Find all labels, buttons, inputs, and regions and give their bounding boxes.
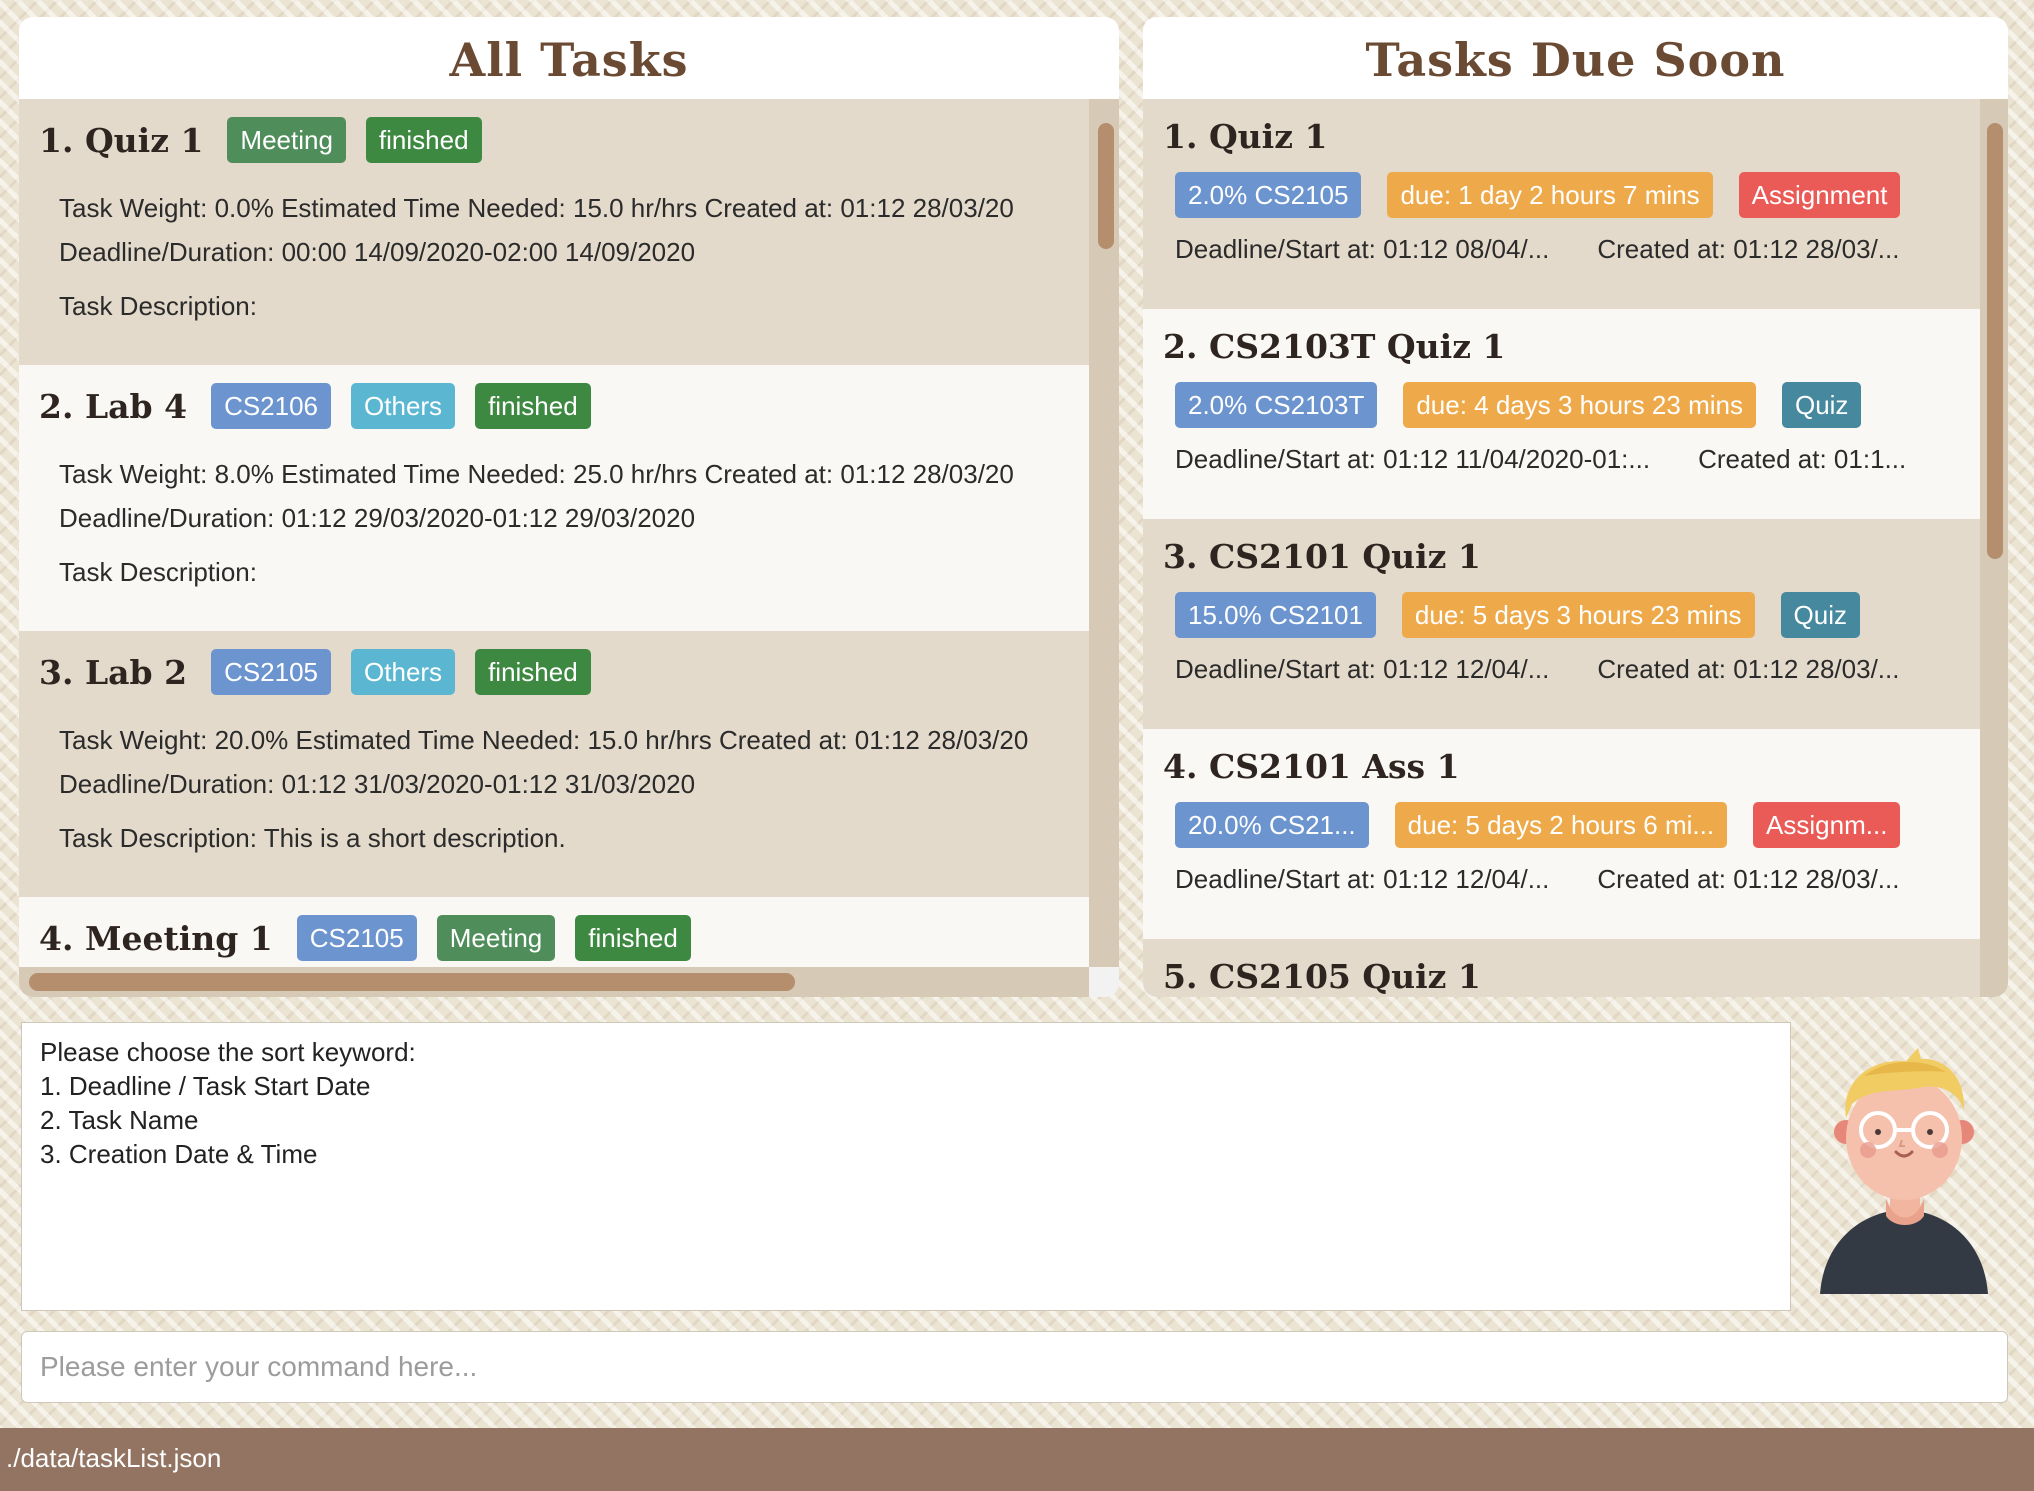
task-type-tag: Quiz — [1780, 592, 1861, 638]
status-tag: finished — [475, 649, 591, 695]
task-deadline-line: Deadline/Duration: 01:12 29/03/2020-01:1… — [59, 503, 696, 533]
result-display[interactable]: Please choose the sort keyword: 1. Deadl… — [21, 1022, 1791, 1311]
avatar — [1820, 1048, 1988, 1294]
task-card[interactable]: 2. Lab 4 CS2106 Others finished Task Wei… — [19, 365, 1089, 631]
due-countdown-tag: due: 1 day 2 hours 7 mins — [1387, 172, 1713, 218]
created-text: Created at: 01:12 28/03/... — [1597, 234, 1900, 264]
result-line: 3. Creation Date & Time — [40, 1139, 318, 1169]
task-name: 1. Quiz 1 — [39, 120, 204, 160]
task-description-line: Task Description: — [59, 557, 257, 587]
status-bar: ./data/taskList.json — [0, 1428, 2034, 1491]
due-task-card[interactable]: 2. CS2103T Quiz 1 2.0% CS2103T due: 4 da… — [1143, 309, 1980, 519]
task-name: 4. CS2101 Ass 1 — [1163, 747, 1460, 786]
result-line: Please choose the sort keyword: — [40, 1037, 416, 1067]
weight-module-tag: 2.0% CS2103T — [1175, 382, 1378, 428]
result-line: 2. Task Name — [40, 1105, 199, 1135]
weight-module-tag: 2.0% CS2105 — [1175, 172, 1362, 218]
all-tasks-panel: All Tasks 1. Quiz 1 Meeting finished Tas… — [19, 17, 1119, 997]
task-weight-line: Task Weight: 20.0% Estimated Time Needed… — [59, 725, 1029, 755]
due-soon-title: Tasks Due Soon — [1143, 17, 2008, 99]
weight-module-tag: 15.0% CS2101 — [1175, 592, 1376, 638]
due-soon-list[interactable]: 1. Quiz 1 2.0% CS2105 due: 1 day 2 hours… — [1143, 99, 1980, 997]
due-countdown-tag: due: 5 days 2 hours 6 mi... — [1394, 802, 1728, 848]
weight-module-tag: 20.0% CS21... — [1175, 802, 1369, 848]
task-tag: Meeting — [436, 915, 556, 961]
created-text: Created at: 01:12 28/03/... — [1597, 654, 1900, 684]
due-task-card[interactable]: 1. Quiz 1 2.0% CS2105 due: 1 day 2 hours… — [1143, 99, 1980, 309]
deadline-text: Deadline/Start at: 01:12 12/04/... — [1175, 864, 1550, 894]
task-name: 4. Meeting 1 — [39, 918, 273, 958]
data-file-path: ./data/taskList.json — [6, 1443, 222, 1473]
deadline-text: Deadline/Start at: 01:12 12/04/... — [1175, 654, 1550, 684]
task-name: 3. CS2101 Quiz 1 — [1163, 537, 1481, 576]
due-soon-vertical-scrollbar[interactable] — [1980, 99, 2008, 997]
due-task-card[interactable]: 5. CS2105 Quiz 1 — [1143, 939, 1980, 997]
all-tasks-list[interactable]: 1. Quiz 1 Meeting finished Task Weight: … — [19, 99, 1089, 967]
task-type-tag: Assignm... — [1753, 802, 1901, 848]
task-name: 2. CS2103T Quiz 1 — [1163, 327, 1506, 366]
created-text: Created at: 01:12 28/03/... — [1597, 864, 1900, 894]
task-deadline-line: Deadline/Duration: 01:12 31/03/2020-01:1… — [59, 769, 696, 799]
status-tag: finished — [475, 383, 591, 429]
due-countdown-tag: due: 4 days 3 hours 23 mins — [1403, 382, 1756, 428]
task-name: 3. Lab 2 — [39, 652, 188, 692]
task-description-line: Task Description: This is a short descri… — [59, 823, 566, 853]
task-weight-line: Task Weight: 0.0% Estimated Time Needed:… — [59, 193, 1014, 223]
task-name: 2. Lab 4 — [39, 386, 188, 426]
all-tasks-horizontal-scrollbar[interactable] — [19, 967, 1089, 997]
scrollbar-thumb[interactable] — [1987, 123, 2003, 559]
deadline-text: Deadline/Start at: 01:12 11/04/2020-01:.… — [1175, 444, 1651, 474]
task-card[interactable]: 1. Quiz 1 Meeting finished Task Weight: … — [19, 99, 1089, 365]
command-input[interactable] — [21, 1331, 2008, 1403]
task-type-tag: Assignment — [1738, 172, 1901, 218]
task-weight-line: Task Weight: 8.0% Estimated Time Needed:… — [59, 459, 1014, 489]
created-text: Created at: 01:1... — [1698, 444, 1907, 474]
module-tag: CS2105 — [296, 915, 417, 961]
all-tasks-title: All Tasks — [19, 17, 1119, 99]
task-tag: Meeting — [227, 117, 346, 163]
due-soon-panel: Tasks Due Soon 1. Quiz 1 2.0% CS2105 due… — [1143, 17, 2008, 997]
all-tasks-vertical-scrollbar[interactable] — [1089, 99, 1119, 967]
due-task-card[interactable]: 3. CS2101 Quiz 1 15.0% CS2101 due: 5 day… — [1143, 519, 1980, 729]
module-tag: CS2106 — [211, 383, 332, 429]
task-type-tag: Quiz — [1781, 382, 1862, 428]
due-countdown-tag: due: 5 days 3 hours 23 mins — [1401, 592, 1755, 638]
task-name: 1. Quiz 1 — [1163, 117, 1328, 156]
result-line: 1. Deadline / Task Start Date — [40, 1071, 371, 1101]
task-name: 5. CS2105 Quiz 1 — [1163, 957, 1481, 996]
status-tag: finished — [575, 915, 691, 961]
module-tag: CS2105 — [211, 649, 332, 695]
scrollbar-thumb[interactable] — [1098, 123, 1114, 249]
task-card[interactable]: 3. Lab 2 CS2105 Others finished Task Wei… — [19, 631, 1089, 897]
status-tag: finished — [365, 117, 482, 163]
scrollbar-corner — [1089, 967, 1119, 997]
task-deadline-line: Deadline/Duration: 00:00 14/09/2020-02:0… — [59, 237, 696, 267]
due-task-card[interactable]: 4. CS2101 Ass 1 20.0% CS21... due: 5 day… — [1143, 729, 1980, 939]
task-card[interactable]: 4. Meeting 1 CS2105 Meeting finished — [19, 897, 1089, 967]
task-description-line: Task Description: — [59, 291, 257, 321]
task-tag: Others — [351, 649, 456, 695]
task-tag: Others — [351, 383, 456, 429]
deadline-text: Deadline/Start at: 01:12 08/04/... — [1175, 234, 1550, 264]
scrollbar-thumb[interactable] — [29, 973, 795, 991]
